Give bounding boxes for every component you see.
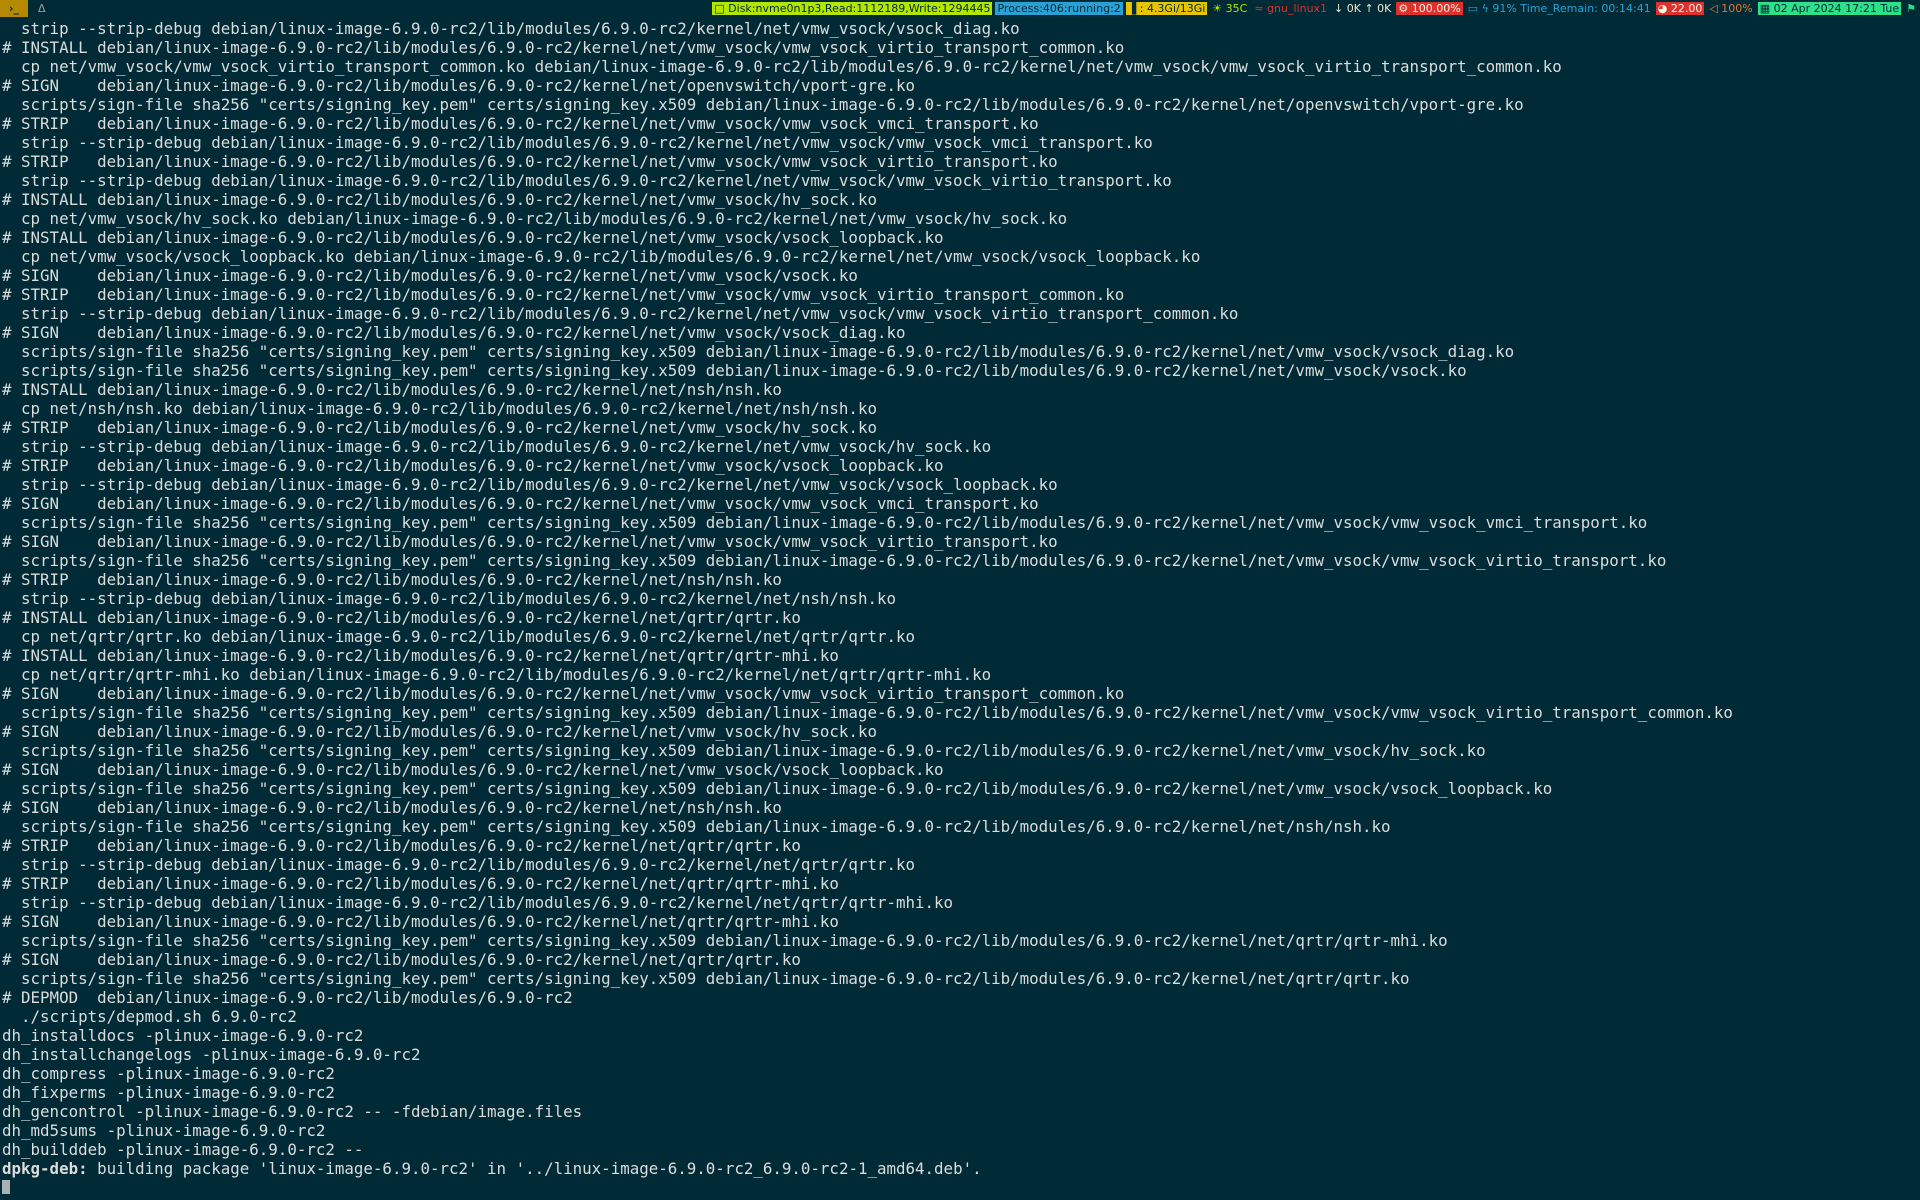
terminal-line: dh_compress -plinux-image-6.9.0-rc2 xyxy=(2,1064,335,1083)
terminal-output[interactable]: strip --strip-debug debian/linux-image-6… xyxy=(2,19,1920,1178)
terminal-line: dh_installdocs -plinux-image-6.9.0-rc2 xyxy=(2,1026,364,1045)
terminal-line: cp net/vmw_vsock/vmw_vsock_virtio_transp… xyxy=(2,57,1562,76)
terminal-line: cp net/qrtr/qrtr.ko debian/linux-image-6… xyxy=(2,627,916,646)
date-time: ▦ 02 Apr 2024 17:21 Tue xyxy=(1757,2,1902,15)
load-status: ◕ 22.00 xyxy=(1655,2,1705,15)
terminal-line: # STRIP debian/linux-image-6.9.0-rc2/lib… xyxy=(2,418,877,437)
terminal-line: # SIGN debian/linux-image-6.9.0-rc2/lib/… xyxy=(2,912,839,931)
temperature-status: ☀ 35C xyxy=(1212,2,1248,15)
terminal-line: scripts/sign-file sha256 "certs/signing_… xyxy=(2,551,1667,570)
terminal-line: dh_fixperms -plinux-image-6.9.0-rc2 xyxy=(2,1083,335,1102)
terminal-line: strip --strip-debug debian/linux-image-6… xyxy=(2,171,1172,190)
terminal-line: # INSTALL debian/linux-image-6.9.0-rc2/l… xyxy=(2,646,839,665)
cpu-status: ⚙ 100.00% xyxy=(1396,2,1463,15)
terminal-line: scripts/sign-file sha256 "certs/signing_… xyxy=(2,779,1553,798)
terminal-cursor xyxy=(2,1180,10,1194)
terminal-line: strip --strip-debug debian/linux-image-6… xyxy=(2,589,896,608)
terminal-line: scripts/sign-file sha256 "certs/signing_… xyxy=(2,703,1733,722)
terminal-line: scripts/sign-file sha256 "certs/signing_… xyxy=(2,741,1486,760)
terminal-line: # SIGN debian/linux-image-6.9.0-rc2/lib/… xyxy=(2,266,858,285)
terminal-line: # INSTALL debian/linux-image-6.9.0-rc2/l… xyxy=(2,608,801,627)
volume-status: ◁ 100% xyxy=(1709,2,1753,15)
terminal-line: cp net/vmw_vsock/hv_sock.ko debian/linux… xyxy=(2,209,1068,228)
terminal-line: # INSTALL debian/linux-image-6.9.0-rc2/l… xyxy=(2,38,1125,57)
terminal-line: strip --strip-debug debian/linux-image-6… xyxy=(2,133,1153,152)
terminal-line: scripts/sign-file sha256 "certs/signing_… xyxy=(2,361,1467,380)
terminal-line: # STRIP debian/linux-image-6.9.0-rc2/lib… xyxy=(2,285,1125,304)
terminal-line: # SIGN debian/linux-image-6.9.0-rc2/lib/… xyxy=(2,76,916,95)
terminal-line: dh_installchangelogs -plinux-image-6.9.0… xyxy=(2,1045,421,1064)
terminal-line: dh_builddeb -plinux-image-6.9.0-rc2 -- xyxy=(2,1140,364,1159)
status-bar: ›_ Δ □ Disk:nvme0n1p3,Read:1112189,Write… xyxy=(0,0,1920,17)
terminal-line: # DEPMOD debian/linux-image-6.9.0-rc2/li… xyxy=(2,988,573,1007)
dpkg-deb-message: building package 'linux-image-6.9.0-rc2'… xyxy=(87,1159,982,1178)
terminal-line: # STRIP debian/linux-image-6.9.0-rc2/lib… xyxy=(2,456,944,475)
terminal-line: strip --strip-debug debian/linux-image-6… xyxy=(2,437,992,456)
terminal-line: # SIGN debian/linux-image-6.9.0-rc2/lib/… xyxy=(2,684,1125,703)
terminal-line: cp net/vmw_vsock/vsock_loopback.ko debia… xyxy=(2,247,1201,266)
terminal-line: strip --strip-debug debian/linux-image-6… xyxy=(2,304,1239,323)
terminal-line: # SIGN debian/linux-image-6.9.0-rc2/lib/… xyxy=(2,798,782,817)
terminal-line: dh_gencontrol -plinux-image-6.9.0-rc2 --… xyxy=(2,1102,583,1121)
terminal-line: # INSTALL debian/linux-image-6.9.0-rc2/l… xyxy=(2,190,877,209)
memory-status: ▐ : 4.3Gi/13Gi xyxy=(1125,2,1208,15)
terminal-line: # SIGN debian/linux-image-6.9.0-rc2/lib/… xyxy=(2,722,877,741)
disk-status: □ Disk:nvme0n1p3,Read:1112189,Write:1294… xyxy=(712,2,993,15)
terminal-line: scripts/sign-file sha256 "certs/signing_… xyxy=(2,95,1524,114)
terminal-line: # STRIP debian/linux-image-6.9.0-rc2/lib… xyxy=(2,570,782,589)
terminal-line: ./scripts/depmod.sh 6.9.0-rc2 xyxy=(2,1007,297,1026)
terminal-line: # STRIP debian/linux-image-6.9.0-rc2/lib… xyxy=(2,874,839,893)
network-status: ≈ gnu_linux1 xyxy=(1254,2,1328,15)
terminal-line: dh_md5sums -plinux-image-6.9.0-rc2 xyxy=(2,1121,326,1140)
terminal-line: strip --strip-debug debian/linux-image-6… xyxy=(2,475,1058,494)
terminal-line: # SIGN debian/linux-image-6.9.0-rc2/lib/… xyxy=(2,532,1058,551)
battery-status: ▭ ϟ 91% Time_Remain: 00:14:41 xyxy=(1467,2,1651,15)
terminal-line: # SIGN debian/linux-image-6.9.0-rc2/lib/… xyxy=(2,323,906,342)
terminal-line: # SIGN debian/linux-image-6.9.0-rc2/lib/… xyxy=(2,760,944,779)
terminal-line: strip --strip-debug debian/linux-image-6… xyxy=(2,19,1020,38)
process-status: Process:406:running:2 xyxy=(995,2,1123,15)
workspace-linux-icon[interactable]: Δ xyxy=(38,0,46,17)
tray-icon[interactable]: ⚑ xyxy=(1904,2,1918,15)
terminal-line: scripts/sign-file sha256 "certs/signing_… xyxy=(2,931,1448,950)
terminal-line: strip --strip-debug debian/linux-image-6… xyxy=(2,855,916,874)
terminal-line: scripts/sign-file sha256 "certs/signing_… xyxy=(2,513,1648,532)
terminal-line: # INSTALL debian/linux-image-6.9.0-rc2/l… xyxy=(2,380,782,399)
terminal-line: # STRIP debian/linux-image-6.9.0-rc2/lib… xyxy=(2,152,1058,171)
terminal-line: cp net/nsh/nsh.ko debian/linux-image-6.9… xyxy=(2,399,877,418)
terminal-line: cp net/qrtr/qrtr-mhi.ko debian/linux-ima… xyxy=(2,665,992,684)
terminal-line: scripts/sign-file sha256 "certs/signing_… xyxy=(2,342,1515,361)
terminal-line: # SIGN debian/linux-image-6.9.0-rc2/lib/… xyxy=(2,950,801,969)
terminal-line: # SIGN debian/linux-image-6.9.0-rc2/lib/… xyxy=(2,494,1039,513)
network-io-status: ↓ 0K ↑ 0K xyxy=(1334,2,1392,15)
system-status-group: □ Disk:nvme0n1p3,Read:1112189,Write:1294… xyxy=(712,1,1918,16)
workspace-terminal-icon[interactable]: ›_ xyxy=(0,0,28,17)
dpkg-deb-prefix: dpkg-deb: xyxy=(2,1159,88,1178)
terminal-line: strip --strip-debug debian/linux-image-6… xyxy=(2,893,954,912)
terminal-line: # STRIP debian/linux-image-6.9.0-rc2/lib… xyxy=(2,836,801,855)
terminal-line: scripts/sign-file sha256 "certs/signing_… xyxy=(2,969,1410,988)
terminal-line: # INSTALL debian/linux-image-6.9.0-rc2/l… xyxy=(2,228,944,247)
terminal-line: scripts/sign-file sha256 "certs/signing_… xyxy=(2,817,1391,836)
terminal-line: # STRIP debian/linux-image-6.9.0-rc2/lib… xyxy=(2,114,1039,133)
terminal-line-final: dpkg-deb: building package 'linux-image-… xyxy=(2,1159,1920,1178)
